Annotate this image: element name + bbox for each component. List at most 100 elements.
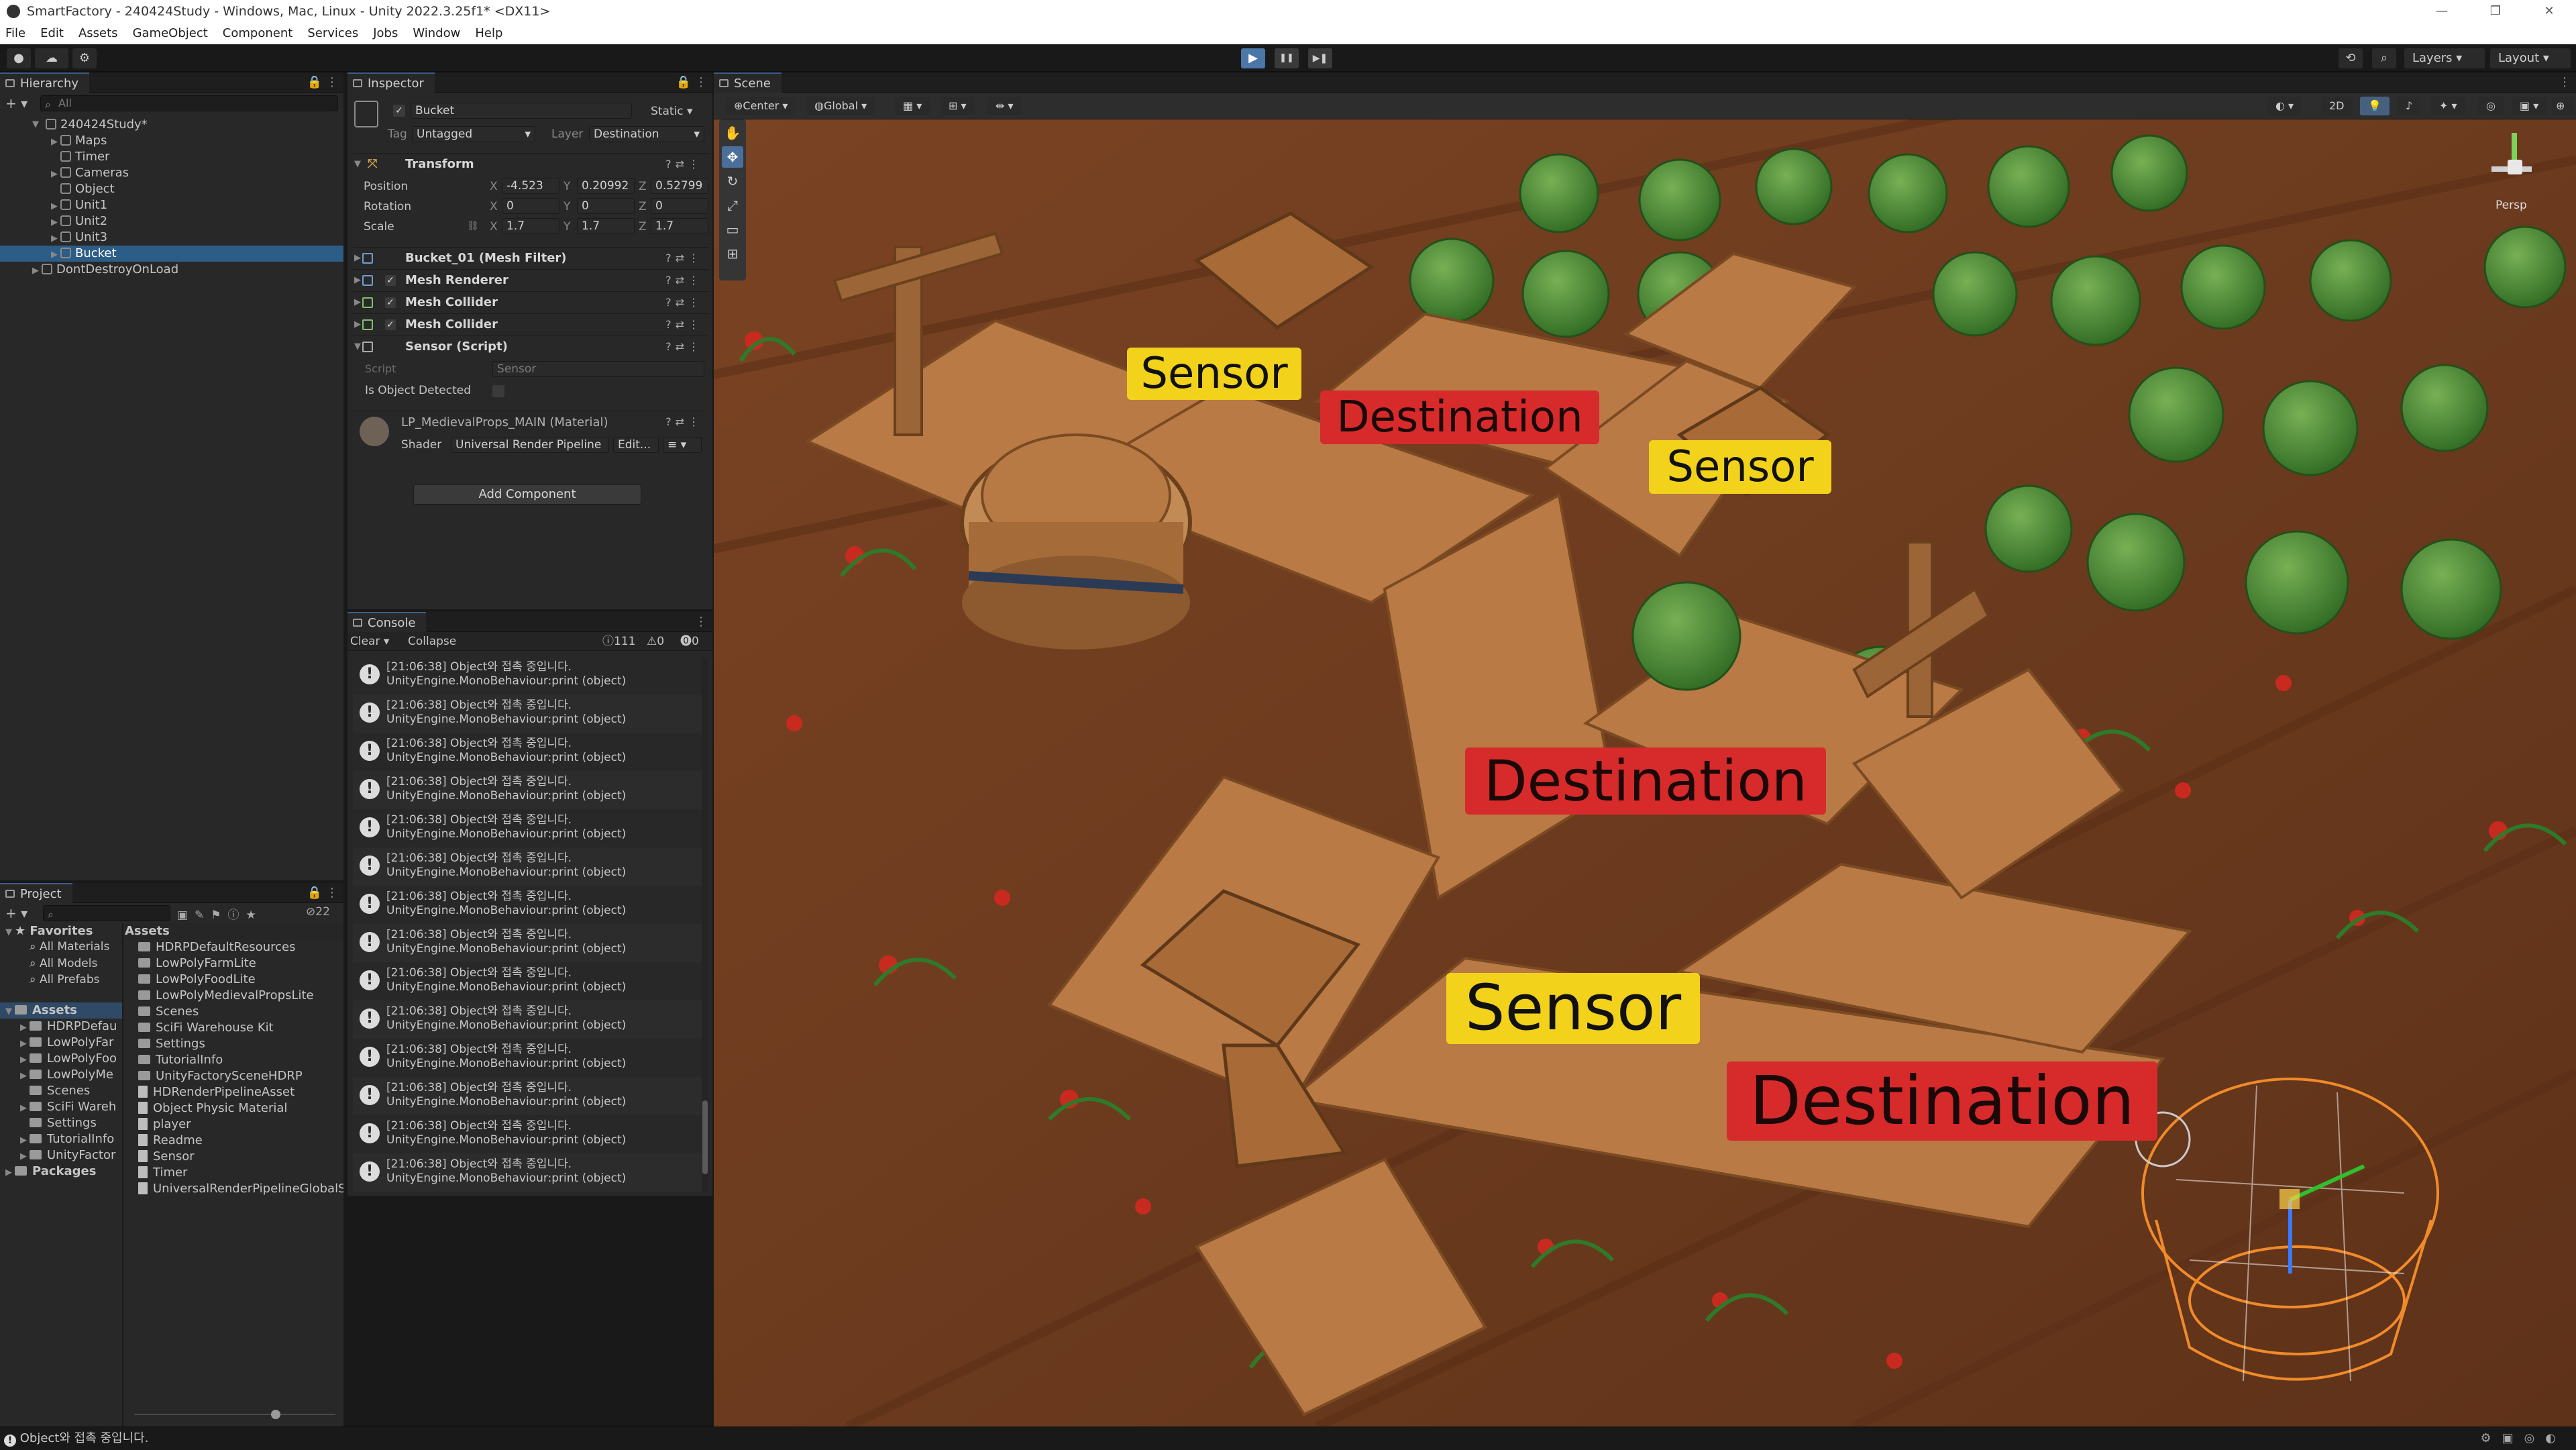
project-split-divider[interactable] — [122, 923, 123, 1427]
step-button[interactable]: ▶❚ — [1308, 48, 1332, 68]
position-z-field[interactable]: 0.52799 — [651, 178, 708, 194]
clear-dropdown[interactable]: Clear ▾ — [350, 632, 389, 651]
fold-arrow-icon[interactable]: ▶ — [354, 248, 361, 269]
panel-menu-icon[interactable]: ⋮ — [695, 615, 707, 629]
log-row[interactable]: ! [21:06:38] Object와 접촉 중입니다. UnityEngine.… — [353, 1115, 702, 1153]
hierarchy-item-timer[interactable]: Timer — [0, 149, 343, 165]
pivot-mode-dropdown[interactable]: ⊕Center ▾ — [726, 97, 796, 115]
panel-menu-icon[interactable]: 🔒 ⋮ — [307, 75, 338, 89]
scale-z-field[interactable]: 1.7 — [651, 218, 708, 234]
expand-arrow-icon[interactable]: ▶ — [32, 263, 42, 279]
component-menu-icons[interactable]: ?⇄⋮ — [665, 292, 703, 313]
audio-toggle-icon[interactable]: ♪ — [2398, 97, 2421, 115]
status-right-icons[interactable]: ⚙▣◎◐ — [2480, 1427, 2567, 1450]
hierarchy-item-maps[interactable]: ▶ Maps — [0, 133, 343, 149]
tree-folder[interactable]: Settings — [0, 1115, 122, 1131]
add-component-button[interactable]: Add Component — [413, 484, 641, 505]
log-row[interactable]: ! [21:06:38] Object와 접촉 중입니다. UnityEngine.… — [353, 886, 702, 924]
tree-folder[interactable]: Scenes — [0, 1083, 122, 1099]
log-row[interactable]: ! [21:06:38] Object와 접촉 중입니다. UnityEngine.… — [353, 656, 702, 694]
close-button[interactable]: ✕ — [2522, 0, 2576, 23]
log-row[interactable]: ! [21:06:38] Object와 접촉 중입니다. UnityEngine.… — [353, 1077, 702, 1115]
log-row[interactable]: ! [21:06:38] Object와 접촉 중입니다. UnityEngine.… — [353, 733, 702, 771]
tree-folder[interactable]: ▶ SciFi Wareh — [0, 1099, 122, 1115]
slider-thumb[interactable] — [271, 1410, 280, 1419]
component-menu-icons[interactable]: ?⇄⋮ — [665, 314, 703, 335]
panel-menu-icon[interactable]: 🔒 ⋮ — [676, 75, 707, 89]
component-menu-icons[interactable]: ?⇄⋮ — [665, 270, 703, 291]
menu-file[interactable]: File — [5, 26, 25, 40]
hierarchy-item-bucket-selected[interactable]: ▶ Bucket — [0, 246, 343, 262]
log-row[interactable]: ! [21:06:38] Object와 접촉 중입니다. UnityEngine.… — [353, 1039, 702, 1077]
move-tool-icon[interactable]: ✥ — [722, 146, 743, 168]
expand-arrow-icon[interactable]: ▶ — [51, 231, 60, 247]
hierarchy-item-object[interactable]: Object — [0, 181, 343, 197]
orientation-gizmo[interactable]: Persp — [2478, 126, 2565, 227]
account-icon[interactable]: ● — [7, 48, 31, 68]
log-row[interactable]: ! [21:06:38] Object와 접촉 중입니다. UnityEngine.… — [353, 809, 702, 847]
rotation-z-field[interactable]: 0 — [651, 198, 708, 214]
persp-label[interactable]: Persp — [2496, 199, 2527, 212]
console-scroll-thumb[interactable] — [702, 1100, 708, 1174]
project-search-input[interactable]: ⌕ — [43, 905, 170, 921]
tab-scene[interactable]: Scene — [714, 72, 782, 93]
layer-dropdown[interactable]: Destination ▾ — [589, 126, 704, 142]
asset-file[interactable]: HDRenderPipelineAsset — [138, 1084, 343, 1100]
mesh-collider-2-component-header[interactable]: ▶ ✓ Mesh Collider ?⇄⋮ — [353, 313, 708, 335]
asset-file[interactable]: player — [138, 1117, 343, 1133]
fold-arrow-icon[interactable]: ▶ — [354, 270, 361, 291]
component-enabled-checkbox[interactable]: ✓ — [385, 275, 396, 286]
expand-arrow-icon[interactable]: ▶ — [51, 166, 60, 183]
position-y-field[interactable]: 0.20992 — [577, 178, 635, 194]
collapse-toggle[interactable]: Collapse — [408, 632, 456, 651]
asset-folder[interactable]: HDRPDefaultResources — [138, 939, 343, 955]
layout-dropdown[interactable]: Layout ▾ — [2490, 48, 2571, 68]
asset-folder[interactable]: Scenes — [138, 1004, 343, 1020]
tree-folder[interactable]: ▶ HDRPDefau — [0, 1019, 122, 1035]
fold-arrow-icon[interactable]: ▶ — [354, 314, 361, 335]
fav-all-prefabs[interactable]: ⌕ All Prefabs — [0, 972, 122, 988]
tab-inspector[interactable]: Inspector — [347, 72, 435, 93]
log-row[interactable]: ! [21:06:38] Object와 접촉 중입니다. UnityEngine.… — [353, 694, 702, 733]
component-enabled-checkbox[interactable]: ✓ — [385, 319, 396, 330]
menu-component[interactable]: Component — [223, 26, 293, 40]
tab-console[interactable]: Console — [347, 612, 427, 632]
assets-root[interactable]: ▼ Assets — [0, 1002, 122, 1019]
menu-edit[interactable]: Edit — [40, 26, 64, 40]
panel-menu-icon[interactable]: 🔒 ⋮ — [307, 886, 338, 900]
material-menu-icons[interactable]: ?⇄⋮ — [665, 415, 703, 428]
layers-dropdown[interactable]: Layers ▾ — [2404, 48, 2485, 68]
asset-file[interactable]: UniversalRenderPipelineGlobalS — [138, 1181, 343, 1197]
tree-folder[interactable]: ▶ UnityFactor — [0, 1147, 122, 1163]
asset-file[interactable]: Sensor — [138, 1149, 343, 1165]
transform-tool-icon[interactable]: ⊞ — [722, 243, 743, 264]
link-icon[interactable]: ⛓ — [467, 221, 479, 231]
menu-services[interactable]: Services — [307, 26, 358, 40]
minimize-button[interactable]: — — [2415, 0, 2469, 23]
tree-folder[interactable]: ▶ LowPolyFar — [0, 1035, 122, 1051]
asset-folder[interactable]: SciFi Warehouse Kit — [138, 1020, 343, 1036]
detected-checkbox[interactable] — [492, 385, 504, 397]
expand-arrow-icon[interactable]: ▶ — [51, 199, 60, 215]
gizmo-center-cube-icon[interactable] — [2508, 160, 2522, 174]
search-icon[interactable]: ⌕ — [2372, 48, 2396, 68]
maximize-button[interactable]: ❐ — [2469, 0, 2522, 23]
grid-snap-button[interactable]: ▦ ▾ — [895, 97, 930, 115]
static-toggle[interactable]: Static ▾ — [651, 105, 693, 118]
asset-folder[interactable]: TutorialInfo — [138, 1052, 343, 1068]
fav-all-models[interactable]: ⌕ All Models — [0, 955, 122, 972]
info-count-toggle[interactable]: ⓘ111 — [602, 632, 635, 651]
hidden-objects-icon[interactable]: ◎ — [2478, 97, 2504, 115]
position-x-field[interactable]: -4.523 — [502, 178, 559, 194]
asset-folder[interactable]: LowPolyFarmLite — [138, 955, 343, 972]
tree-folder[interactable]: ▶ LowPolyMe — [0, 1067, 122, 1083]
pivot-rotation-dropdown[interactable]: ◍Global ▾ — [806, 97, 875, 115]
asset-file[interactable]: Object Physic Material — [138, 1100, 343, 1117]
asset-folder[interactable]: UnityFactorySceneHDRP — [138, 1068, 343, 1084]
favorites-header[interactable]: ▼ ★ Favorites — [0, 923, 122, 939]
expand-arrow-icon[interactable]: ▶ — [51, 134, 60, 150]
collab-icon[interactable]: ⚙ — [72, 48, 97, 68]
view-tool-hand-icon[interactable]: ✋ — [722, 122, 743, 144]
transform-component-header[interactable]: ▼ ⤧ Transform ?⇄⋮ — [353, 153, 708, 174]
vertex-snap-button[interactable]: ⇹ ▾ — [987, 97, 1022, 115]
